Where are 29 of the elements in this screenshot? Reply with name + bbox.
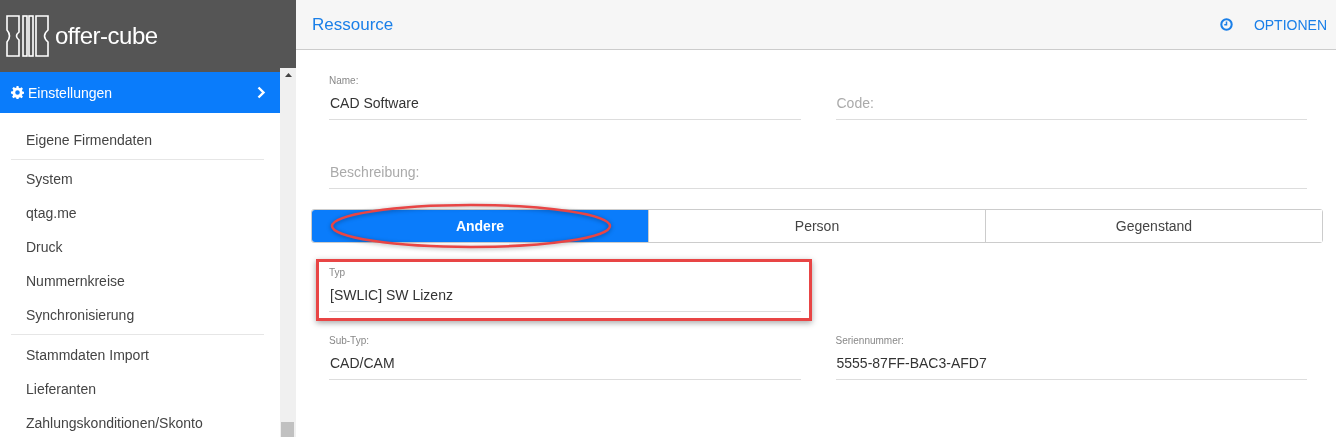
page-title: Ressource <box>312 14 395 35</box>
logo-icon <box>5 14 49 58</box>
field-label: Seriennummer: <box>835 335 904 347</box>
input-field[interactable]: 5555-87FF-BAC3-AFD7 <box>835 355 1307 380</box>
field-label: Typ <box>329 267 346 279</box>
scrollbar-thumb[interactable] <box>281 422 294 437</box>
chevron-icon <box>257 86 266 99</box>
field-label: Name: <box>329 75 359 87</box>
clock-icon[interactable] <box>1219 18 1233 31</box>
settings-icon <box>11 86 24 99</box>
field-label: Sub-Typ: <box>329 335 370 347</box>
scrollbar[interactable] <box>280 68 296 437</box>
type-tab[interactable]: Gegenstand <box>985 210 1322 242</box>
sidebar-item[interactable]: Stammdaten Import <box>11 338 164 372</box>
input-field[interactable]: CAD/CAM <box>329 355 801 380</box>
sidebar-item[interactable]: Nummernkreise <box>11 264 140 298</box>
sidebar-item[interactable]: Eigene Firmendaten <box>11 123 168 157</box>
sidebar-item[interactable]: qtag.me <box>11 196 92 230</box>
type-tab[interactable]: Andere <box>312 210 648 242</box>
options-button[interactable]: OPTIONEN <box>1253 16 1327 33</box>
brand-name: offer-cube <box>55 22 158 50</box>
sidebar-item[interactable]: System <box>11 162 88 196</box>
sidebar-item[interactable]: Synchronisierung <box>11 298 150 332</box>
sidebar-item[interactable]: Zahlungskonditionen/Skonto <box>11 406 218 437</box>
sidebar-item[interactable]: Druck <box>11 230 78 264</box>
sidebar-item[interactable]: Lieferanten <box>11 372 112 406</box>
settings-section-header[interactable]: Einstellungen <box>0 72 280 113</box>
input-field[interactable]: [SWLIC] SW Lizenz <box>329 287 801 312</box>
input-field[interactable]: CAD Software <box>329 95 801 120</box>
